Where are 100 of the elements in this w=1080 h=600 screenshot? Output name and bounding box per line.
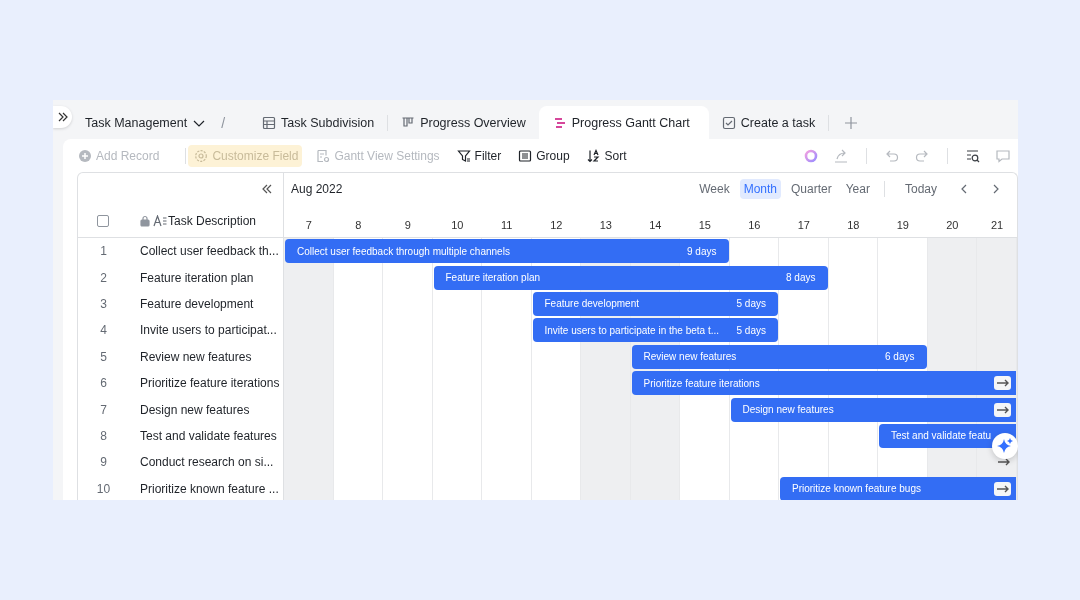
task-bar[interactable]: Invite users to participate in the beta t... 5 days	[532, 318, 778, 343]
day-label: 7	[304, 219, 313, 231]
gantt-icon	[552, 115, 567, 130]
day-label: 15	[697, 219, 712, 231]
bar-label: Test and validate featu	[891, 430, 993, 442]
checkbox-icon	[721, 115, 736, 130]
view-tab[interactable]: Progress Overview	[388, 106, 539, 139]
duration-label: 6 days	[885, 351, 915, 363]
day-label: 11	[500, 219, 514, 231]
task-cell: Conduct research on si...	[140, 455, 274, 470]
expand-sidebar-button[interactable]	[53, 105, 72, 128]
row-number: 6	[99, 376, 108, 391]
today-button[interactable]: Today	[900, 179, 941, 199]
group-icon	[518, 148, 533, 163]
chevron-right-icon	[991, 183, 1001, 195]
column-header: Task Description	[168, 214, 257, 228]
row-number: 7	[99, 402, 108, 417]
bar-label: Prioritize known feature bugs	[792, 483, 922, 495]
kanban-icon	[401, 115, 416, 130]
scale-tab[interactable]: Week	[695, 179, 734, 199]
filter-icon	[456, 148, 471, 163]
month-label: Aug 2022	[291, 182, 343, 196]
ring-icon[interactable]	[803, 147, 819, 164]
day-label: 18	[846, 219, 861, 231]
row-number: 10	[95, 481, 112, 496]
double-chevron-icon	[56, 110, 69, 123]
task-bar[interactable]: Review new features 6 days	[631, 344, 927, 369]
bar-label: Feature development	[544, 298, 640, 310]
scroll-to-bar-button[interactable]	[994, 481, 1011, 496]
task-bar[interactable]: Prioritize known feature bugs	[780, 476, 1016, 500]
workspace-dropdown[interactable]: Task Management	[85, 106, 207, 139]
arrow-right-icon	[996, 484, 1009, 493]
task-bar[interactable]: Feature development 5 days	[532, 291, 778, 316]
scroll-to-bar-button[interactable]	[994, 402, 1011, 417]
breadcrumb-separator: /	[221, 114, 226, 131]
row-number: 9	[99, 455, 108, 470]
toolbar-button[interactable]: Sort	[583, 144, 630, 167]
duration-label: 8 days	[786, 272, 816, 284]
view-tab[interactable]: Create a task	[708, 106, 829, 139]
task-cell: Review new features	[140, 349, 252, 364]
duration-label: 9 days	[687, 245, 717, 257]
plus-icon	[844, 115, 859, 130]
bar-label: Collect user feedback through multiple channels	[297, 245, 511, 257]
bar-label: Prioritize feature iterations	[643, 377, 761, 389]
task-cell: Collect user feedback th...	[140, 244, 279, 259]
toolbar-button[interactable]: Filter	[453, 144, 505, 167]
bar-label: Feature iteration plan	[445, 272, 541, 284]
task-cell: Feature iteration plan	[140, 270, 254, 285]
scale-tab[interactable]: Quarter	[787, 179, 836, 199]
day-label: 19	[895, 219, 910, 231]
task-cell: Prioritize known feature ...	[140, 481, 279, 496]
plus-circle-icon	[78, 148, 92, 163]
task-bar[interactable]: Collect user feedback through multiple channels 9 days	[285, 239, 729, 264]
task-bar[interactable]: Prioritize feature iterations	[631, 371, 1016, 396]
view-tab[interactable]: Task Subdivision	[249, 106, 388, 139]
day-label: 12	[549, 219, 564, 231]
select-all-checkbox[interactable]	[97, 215, 109, 227]
scale-tab[interactable]: Year	[841, 179, 874, 199]
day-label: 16	[747, 219, 762, 231]
sort-icon	[586, 148, 601, 163]
bar-label: Design new features	[742, 404, 835, 416]
lock-icon	[140, 215, 150, 227]
task-bar[interactable]: Feature iteration plan 8 days	[433, 265, 828, 290]
collapse-icon[interactable]	[261, 183, 273, 195]
task-cell: Feature development	[140, 296, 254, 311]
arrow-right-icon	[996, 379, 1009, 388]
day-label: 14	[648, 219, 663, 231]
day-label: 21	[989, 219, 1005, 231]
row-number: 3	[99, 296, 108, 311]
text-field-icon	[153, 215, 167, 227]
document-gear-icon	[316, 148, 331, 163]
task-bar[interactable]: Design new features	[730, 397, 1016, 422]
view-tab[interactable]: Progress Gantt Chart	[538, 106, 709, 139]
day-label: 20	[945, 219, 960, 231]
bar-label: Invite users to participate in the beta t...	[544, 324, 721, 336]
row-number: 2	[99, 270, 108, 285]
chevron-left-icon	[959, 183, 969, 195]
gear-icon	[194, 148, 209, 163]
duration-label: 5 days	[736, 324, 766, 336]
share-icon[interactable]	[833, 147, 849, 164]
bar-label: Review new features	[643, 351, 738, 363]
day-label: 10	[450, 219, 465, 231]
row-number: 1	[99, 244, 108, 259]
day-label: 13	[598, 219, 613, 231]
task-cell: Test and validate features	[140, 428, 277, 443]
table-icon	[262, 115, 277, 130]
toolbar-button[interactable]: Group	[515, 144, 573, 167]
day-label: 17	[796, 219, 811, 231]
row-number: 8	[99, 428, 108, 443]
row-number: 5	[99, 349, 108, 364]
duration-label: 5 days	[736, 298, 766, 310]
task-cell: Prioritize feature iterations	[140, 376, 280, 391]
search-list-icon[interactable]	[965, 147, 981, 164]
row-number: 4	[99, 323, 108, 338]
day-label: 9	[403, 219, 412, 231]
task-cell: Invite users to participat...	[140, 323, 277, 338]
scroll-to-bar-button[interactable]	[994, 376, 1011, 391]
task-cell: Design new features	[140, 402, 250, 417]
arrow-right-icon	[996, 405, 1009, 414]
scale-tab[interactable]: Month	[739, 179, 782, 199]
